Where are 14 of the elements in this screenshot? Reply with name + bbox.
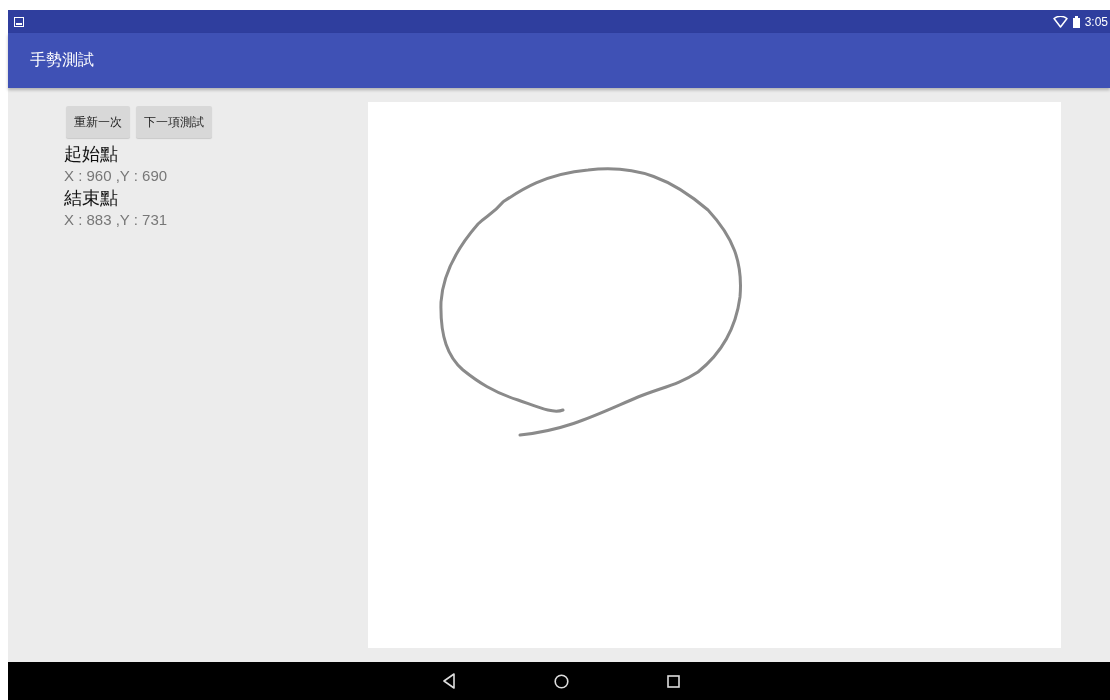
- action-button[interactable]: 重新一次: [66, 106, 130, 138]
- point-coordinates: X : 883 ,Y : 731: [64, 210, 168, 230]
- app-title: 手勢測試: [30, 50, 94, 71]
- point-coordinates: X : 960 ,Y : 690: [64, 166, 168, 186]
- action-button[interactable]: 下一項測試: [136, 106, 212, 138]
- point-label: 結束點: [64, 186, 118, 210]
- back-icon[interactable]: [442, 673, 456, 689]
- clock-time: 3:05: [1084, 14, 1108, 29]
- point-label: 起始點: [64, 142, 118, 166]
- recents-icon[interactable]: [667, 674, 680, 688]
- home-icon[interactable]: [554, 673, 569, 689]
- battery-icon: [1072, 15, 1080, 28]
- wifi-icon: [1052, 15, 1068, 28]
- image-icon: [14, 16, 24, 27]
